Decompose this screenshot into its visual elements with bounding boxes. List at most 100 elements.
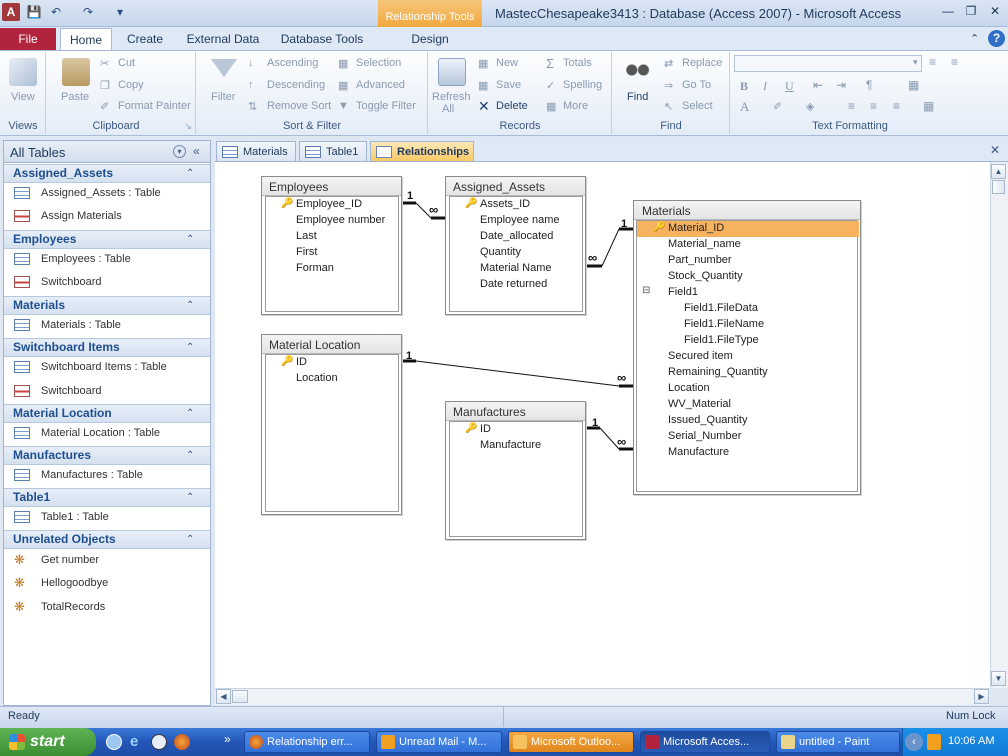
outlook-tray-icon[interactable]: [927, 734, 941, 750]
delete-icon[interactable]: ✕: [478, 98, 490, 115]
align-center-icon[interactable]: ≡: [870, 99, 877, 113]
nav-group-label[interactable]: Employees: [13, 232, 76, 246]
field-list[interactable]: 🔑 Material_ID Material_name Part_number …: [636, 220, 859, 492]
nav-item-get-number-macro[interactable]: Get number: [41, 554, 99, 566]
field-item[interactable]: Serial_Number: [668, 430, 741, 442]
descending-icon[interactable]: ↑: [248, 79, 254, 91]
more-icon[interactable]: ▦: [546, 100, 556, 113]
field-item[interactable]: Material_name: [668, 238, 741, 250]
spelling-icon[interactable]: ✓: [546, 79, 555, 92]
field-item[interactable]: Employee name: [480, 214, 560, 226]
bullets-icon[interactable]: ≡: [929, 55, 936, 69]
field-item[interactable]: Employee number: [296, 214, 385, 226]
field-item[interactable]: Stock_Quantity: [668, 270, 743, 282]
delete-button[interactable]: Delete: [496, 100, 528, 112]
field-list[interactable]: 🔑 ID Manufacture: [449, 421, 583, 537]
nav-item-materials-table[interactable]: Materials : Table: [41, 319, 121, 331]
table-box-material-location[interactable]: Material Location 🔑 ID Location: [261, 334, 402, 515]
firefox-icon[interactable]: [174, 734, 190, 750]
vertical-scroll-thumb[interactable]: [992, 180, 1005, 194]
nav-item-assign-materials-form[interactable]: Assign Materials: [41, 210, 122, 222]
nav-item-assigned-assets-table[interactable]: Assigned_Assets : Table: [41, 187, 161, 199]
paste-icon[interactable]: [62, 58, 90, 86]
nav-item-hellogoodbye-macro[interactable]: Hellogoodbye: [41, 577, 108, 589]
field-item[interactable]: Assets_ID: [480, 198, 530, 210]
tab-home[interactable]: Home: [60, 28, 112, 50]
totals-button[interactable]: Totals: [563, 57, 592, 69]
collapse-field-icon[interactable]: ⊟: [642, 285, 650, 296]
cut-button[interactable]: Cut: [118, 57, 135, 69]
field-item[interactable]: Field1: [668, 286, 698, 298]
nav-item-totalrecords-macro[interactable]: TotalRecords: [41, 601, 105, 613]
table-box-assigned-assets[interactable]: Assigned_Assets 🔑 Assets_ID Employee nam…: [445, 176, 586, 315]
field-item[interactable]: Field1.FileName: [684, 318, 764, 330]
paste-button[interactable]: Paste: [61, 91, 89, 103]
collapse-chevron-icon[interactable]: ⌃: [186, 492, 194, 503]
quicklaunch-desktop-icon[interactable]: [106, 734, 122, 750]
filter-button[interactable]: Filter: [211, 91, 235, 103]
table-box-title[interactable]: Employees: [262, 177, 401, 196]
scroll-up-icon[interactable]: ▲: [991, 164, 1006, 179]
field-item[interactable]: Employee_ID: [296, 198, 362, 210]
nav-group-label[interactable]: Switchboard Items: [13, 340, 120, 354]
taskbar-button-access[interactable]: Microsoft Acces...: [640, 731, 770, 753]
nav-item-employees-table[interactable]: Employees : Table: [41, 253, 131, 265]
align-left-icon[interactable]: ≡: [848, 99, 855, 113]
collapse-chevron-icon[interactable]: ⌃: [186, 534, 194, 545]
table-box-employees[interactable]: Employees 🔑 Employee_ID Employee number …: [261, 176, 402, 315]
field-item[interactable]: Date returned: [480, 278, 547, 290]
field-item[interactable]: Location: [668, 382, 710, 394]
advanced-icon[interactable]: ▦: [338, 79, 348, 92]
nav-item-material-location-table[interactable]: Material Location : Table: [41, 427, 160, 439]
nav-group-label[interactable]: Manufactures: [13, 448, 91, 462]
scroll-right-icon[interactable]: ▶: [974, 689, 989, 704]
cut-icon[interactable]: ✂: [100, 57, 109, 70]
nav-item-manufactures-table[interactable]: Manufactures : Table: [41, 469, 143, 481]
copy-button[interactable]: Copy: [118, 79, 144, 91]
format-painter-icon[interactable]: ✐: [100, 100, 109, 113]
doc-tab-table1[interactable]: Table1: [299, 141, 367, 161]
underline-button[interactable]: U: [785, 79, 794, 94]
format-painter-button[interactable]: Format Painter: [118, 100, 191, 112]
gridlines-icon[interactable]: ▦: [908, 78, 919, 92]
field-item[interactable]: Location: [296, 372, 338, 384]
nav-group-label[interactable]: Table1: [13, 490, 50, 504]
field-item[interactable]: Field1.FileData: [684, 302, 758, 314]
remove-sort-button[interactable]: Remove Sort: [267, 100, 331, 112]
nav-menu-dropdown-icon[interactable]: ▾: [173, 145, 186, 158]
field-list[interactable]: 🔑 Assets_ID Employee name Date_allocated…: [449, 196, 583, 312]
dialog-launcher-icon[interactable]: ↘: [185, 122, 192, 131]
taskbar-button-outlook[interactable]: Microsoft Outloo...: [508, 731, 634, 753]
nav-item-switchboard-form[interactable]: Switchboard: [41, 276, 102, 288]
show-hidden-icons-icon[interactable]: ‹: [905, 733, 923, 751]
field-item[interactable]: First: [296, 246, 317, 258]
nav-item-switchboard-items-table[interactable]: Switchboard Items : Table: [41, 361, 167, 373]
table-box-title[interactable]: Materials: [634, 201, 860, 220]
field-item[interactable]: Secured item: [668, 350, 733, 362]
refresh-all-button[interactable]: Refresh: [432, 91, 471, 103]
field-item[interactable]: Last: [296, 230, 317, 242]
clock[interactable]: 10:06 AM: [948, 735, 994, 747]
collapse-chevron-icon[interactable]: ⌃: [186, 234, 194, 245]
select-icon[interactable]: ↖: [664, 100, 673, 113]
collapse-chevron-icon[interactable]: ⌃: [186, 168, 194, 179]
select-button[interactable]: Select: [682, 100, 713, 112]
alt-row-color-icon[interactable]: ▦: [923, 99, 934, 113]
paragraph-direction-icon[interactable]: ¶: [866, 78, 872, 92]
table-box-materials[interactable]: Materials 🔑 Material_ID Material_name Pa…: [633, 200, 861, 495]
field-item[interactable]: Forman: [296, 262, 334, 274]
minimize-ribbon-icon[interactable]: ⌃: [970, 32, 979, 45]
font-dropdown-arrow-icon[interactable]: ▾: [913, 57, 918, 68]
italic-button[interactable]: I: [763, 79, 767, 94]
field-item[interactable]: Manufacture: [480, 439, 541, 451]
font-color-icon[interactable]: A: [740, 99, 749, 115]
field-item[interactable]: Issued_Quantity: [668, 414, 748, 426]
collapse-chevron-icon[interactable]: ⌃: [186, 408, 194, 419]
field-item[interactable]: WV_Material: [668, 398, 731, 410]
replace-button[interactable]: Replace: [682, 57, 722, 69]
spelling-button[interactable]: Spelling: [563, 79, 602, 91]
help-icon[interactable]: ?: [988, 30, 1005, 47]
ascending-icon[interactable]: ↓: [248, 57, 254, 69]
toggle-filter-icon[interactable]: ▼: [338, 100, 349, 112]
horizontal-scroll-thumb[interactable]: [232, 690, 248, 703]
